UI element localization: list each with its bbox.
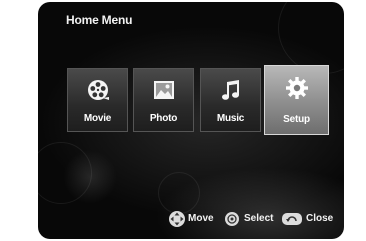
- menu-item-music[interactable]: Music: [200, 68, 261, 132]
- menu-item-setup[interactable]: Setup: [264, 65, 329, 135]
- dpad-arrows-icon: [169, 211, 185, 227]
- photo-icon: [154, 81, 174, 99]
- close-label: Close: [306, 213, 334, 224]
- menu-item-label: Movie: [83, 113, 112, 124]
- menu-item-label: Setup: [283, 114, 310, 125]
- select-label: Select: [244, 213, 274, 224]
- music-note-icon: [222, 80, 239, 100]
- gear-icon: [286, 77, 308, 99]
- return-button-icon: [282, 213, 302, 225]
- menu-item-label: Photo: [149, 113, 178, 124]
- screen: Home Menu Movie Photo Music Setup Move S…: [0, 0, 366, 241]
- menu-item-photo[interactable]: Photo: [133, 68, 194, 132]
- move-label: Move: [188, 213, 214, 224]
- home-menu-panel: Home Menu Movie Photo Music Setup Move S…: [38, 2, 344, 239]
- film-reel-icon: [88, 80, 109, 100]
- enter-button-icon: [225, 212, 239, 226]
- background-bubble: [278, 2, 344, 74]
- background-bubble: [38, 142, 92, 204]
- page-title: Home Menu: [66, 13, 133, 27]
- background-bubble: [158, 172, 200, 214]
- menu-item-label: Music: [216, 113, 245, 124]
- menu-item-movie[interactable]: Movie: [67, 68, 128, 132]
